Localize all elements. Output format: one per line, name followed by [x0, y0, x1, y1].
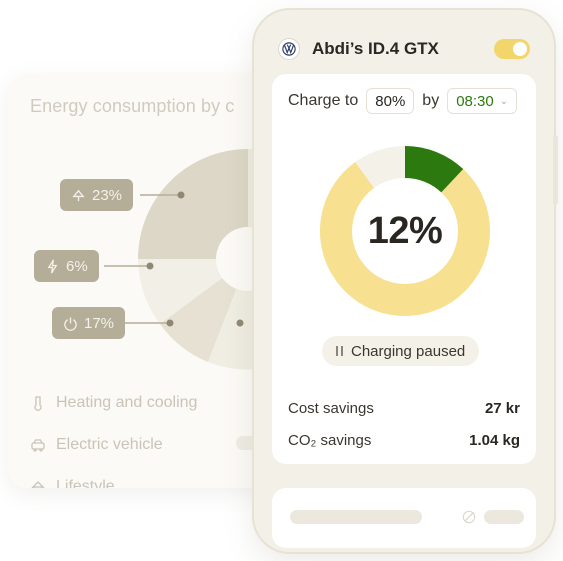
power-icon [64, 316, 77, 331]
bolt-share-label: 6% [66, 257, 88, 275]
placeholder-bar [290, 510, 422, 524]
power-share-label: 17% [84, 314, 115, 332]
car-icon [31, 439, 45, 452]
power-share-badge: 17% [52, 307, 126, 339]
charging-status-pill[interactable]: Charging paused [322, 336, 480, 366]
stat-label: Cost savings [288, 400, 374, 417]
charge-target-row: Charge to 80% by 08:30 ⌄ [288, 88, 518, 114]
phone-side-button [553, 135, 558, 205]
lifestyle-icon [31, 481, 45, 488]
charge-target-select[interactable]: 80% [366, 88, 415, 114]
stat-value: 1.04 kg [469, 432, 520, 449]
stat-value: 27 kr [484, 400, 520, 417]
car-name: Abdi’s ID.4 GTX [312, 39, 439, 58]
legend-label-heating: Heating and cooling [56, 394, 198, 411]
stat-label: CO₂ savings [288, 432, 372, 449]
charging-toggle[interactable] [494, 39, 530, 59]
lamp-icon [72, 189, 85, 201]
charging-status-label: Charging paused [351, 342, 466, 360]
lamp-share-label: 23% [92, 186, 123, 204]
vw-logo-icon [278, 38, 300, 60]
energy-card-title: Energy consumption by c [30, 96, 235, 116]
legend-label-ev: Electric vehicle [56, 436, 163, 453]
secondary-card [272, 488, 536, 548]
charging-card: Charge to 80% by 08:30 ⌄ 12% Charging pa… [272, 74, 536, 464]
charge-time-value: 08:30 [456, 92, 494, 110]
phone-frame: Abdi’s ID.4 GTX Charge to 80% by 08:30 ⌄… [252, 8, 556, 554]
thermometer-icon [34, 396, 42, 411]
bolt-icon [47, 259, 58, 273]
lamp-share-badge: 23% [60, 179, 134, 211]
bolt-share-badge: 6% [34, 250, 99, 282]
legend-item-heating[interactable]: Heating and cooling [30, 394, 197, 412]
charge-by-label: by [422, 92, 440, 109]
placeholder-bar [484, 510, 524, 524]
charge-time-select[interactable]: 08:30 ⌄ [447, 88, 518, 114]
chevron-down-icon: ⌄ [499, 95, 509, 107]
disabled-icon [462, 510, 476, 524]
charge-percent: 12% [367, 209, 443, 252]
charge-to-label: Charge to [288, 92, 359, 109]
legend-item-lifestyle[interactable]: Lifestyle [30, 478, 115, 488]
stage: Energy consumption by c 23% 6% 17% Heati… [0, 0, 563, 561]
pause-icon [336, 346, 343, 356]
legend-label-lifestyle: Lifestyle [56, 478, 115, 488]
car-header: Abdi’s ID.4 GTX [278, 34, 530, 64]
stat-co2-savings: CO₂ savings 1.04 kg [288, 432, 520, 449]
stat-cost-savings: Cost savings 27 kr [288, 400, 520, 417]
legend-item-ev[interactable]: Electric vehicle [30, 436, 163, 454]
